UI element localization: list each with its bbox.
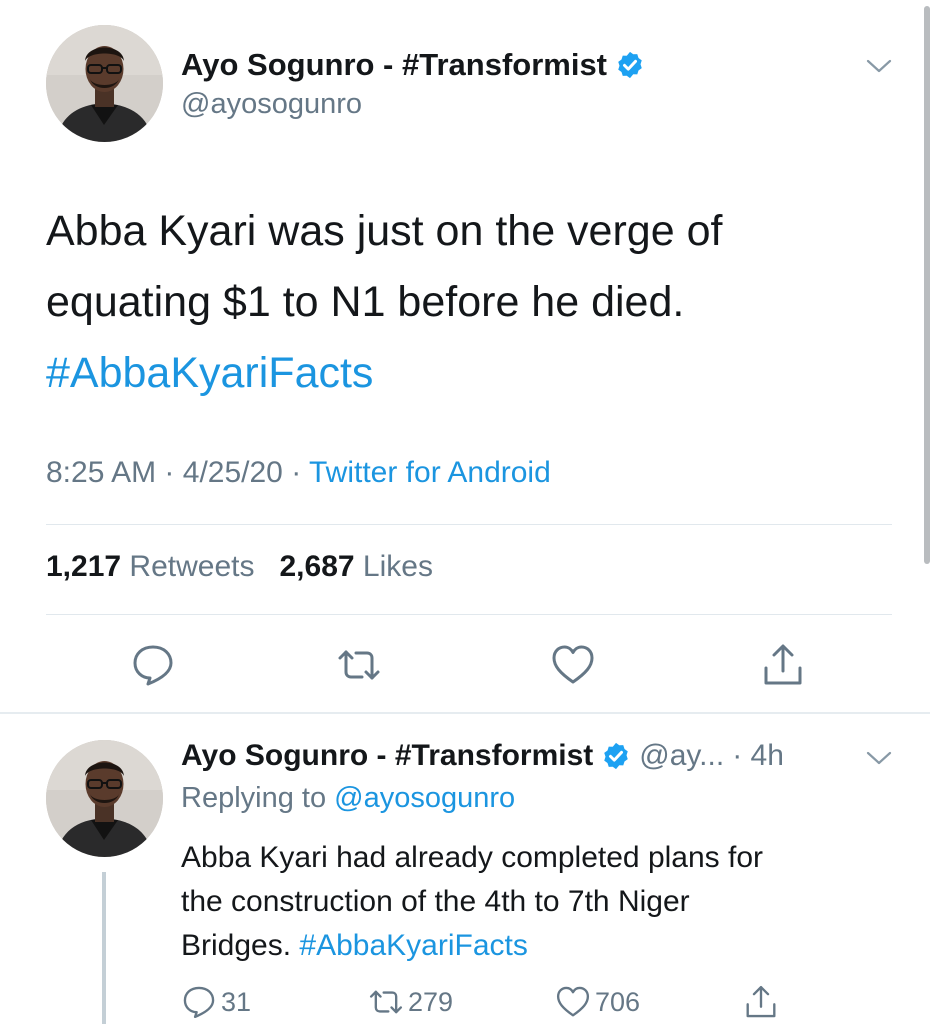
engagement-stats: 1,217 Retweets 2,687 Likes — [46, 550, 433, 584]
like-count[interactable]: 2,687 — [280, 550, 355, 583]
reply-button[interactable]: 31 — [181, 982, 251, 1022]
retweet-icon[interactable] — [336, 642, 382, 688]
tweet-text: Abba Kyari was just on the verge of equa… — [46, 196, 896, 409]
tweet-time-ago: · 4h — [732, 739, 784, 772]
avatar[interactable] — [46, 25, 163, 142]
author-name-row[interactable]: Ayo Sogunro - #Transformist — [181, 44, 645, 86]
tweet-timestamp-row: 8:25 AM · 4/25/20 · Twitter for Android — [46, 456, 551, 490]
retweet-count: 279 — [408, 986, 454, 1017]
reply-count: 31 — [221, 986, 252, 1017]
separator-dot: · — [291, 456, 302, 489]
retweet-button[interactable]: 279 — [368, 982, 453, 1022]
thread-line — [102, 872, 106, 1024]
tweet-date: 4/25/20 — [182, 456, 283, 489]
replying-to-label: Replying to — [181, 782, 327, 814]
reply-icon[interactable] — [130, 642, 176, 688]
avatar[interactable] — [46, 740, 163, 857]
verified-badge-icon — [618, 51, 642, 79]
divider — [46, 614, 892, 615]
display-name[interactable]: Ayo Sogunro - #Transformist — [181, 47, 607, 83]
retweet-count[interactable]: 1,217 — [46, 550, 121, 583]
share-button[interactable] — [743, 982, 783, 1022]
like-button[interactable]: 706 — [555, 982, 640, 1022]
share-icon — [746, 985, 776, 1018]
tweet-text-line: the construction of the 4th to 7th Niger — [181, 885, 690, 918]
hashtag-link[interactable]: #AbbaKyariFacts — [299, 929, 527, 962]
display-name[interactable]: Ayo Sogunro - #Transformist — [181, 739, 593, 773]
author-handle[interactable]: @ay... — [639, 739, 724, 773]
chevron-down-icon[interactable] — [866, 58, 892, 74]
reply-icon — [183, 986, 215, 1019]
separator-dot: · — [164, 456, 175, 489]
verified-badge-icon — [604, 742, 629, 770]
replying-to: Replying to @ayosogunro — [181, 782, 515, 815]
chevron-down-icon[interactable] — [866, 750, 892, 766]
reply-author-row[interactable]: Ayo Sogunro - #Transformist @ay... · 4h — [181, 736, 784, 776]
tweet-text-line-last: Bridges. #AbbaKyariFacts — [181, 924, 881, 968]
tweet-text-line: Bridges. — [181, 929, 292, 962]
tweet-separator — [0, 712, 930, 714]
retweet-icon — [369, 990, 403, 1014]
like-count: 706 — [595, 986, 641, 1017]
tweet-text: Abba Kyari had already completed plans f… — [181, 836, 881, 968]
tweet-time: 8:25 AM — [46, 456, 157, 489]
mention-link[interactable]: @ayosogunro — [334, 782, 515, 814]
main-tweet: Ayo Sogunro - #Transformist @ayosogunro … — [0, 0, 930, 712]
avatar-photo-icon — [46, 740, 163, 857]
tweet-source-link[interactable]: Twitter for Android — [309, 456, 551, 489]
like-icon — [556, 986, 590, 1017]
share-icon[interactable] — [760, 642, 806, 688]
tweet-text-line: Abba Kyari was just on the verge of — [46, 207, 723, 255]
hashtag-link[interactable]: #AbbaKyariFacts — [46, 338, 896, 409]
retweet-label[interactable]: Retweets — [129, 550, 254, 583]
divider — [46, 524, 892, 525]
author-handle[interactable]: @ayosogunro — [181, 88, 362, 121]
tweet-text-line: Abba Kyari had already completed plans f… — [181, 841, 764, 874]
avatar-photo-icon — [46, 25, 163, 142]
like-icon[interactable] — [550, 642, 596, 688]
like-label[interactable]: Likes — [363, 550, 433, 583]
tweet-text-line: equating $1 to N1 before he died. — [46, 278, 685, 326]
